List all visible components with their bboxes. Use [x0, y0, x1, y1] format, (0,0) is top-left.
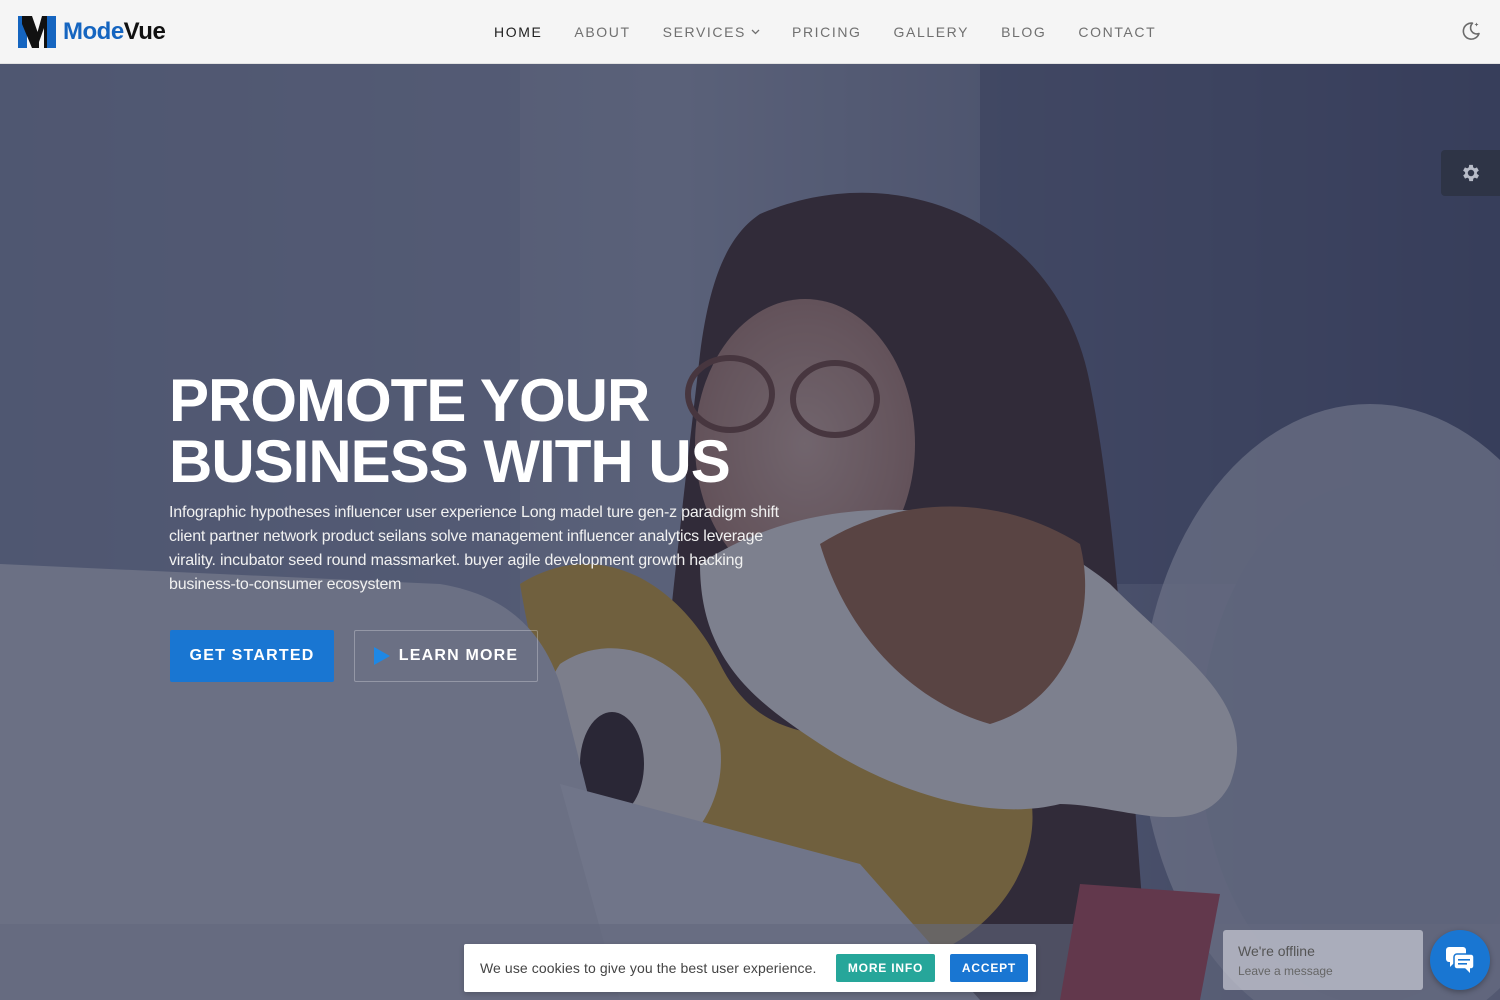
- chat-leave-message-text: Leave a message: [1238, 964, 1333, 978]
- nav-item-contact[interactable]: CONTACT: [1062, 0, 1172, 64]
- play-icon: [373, 647, 390, 665]
- modevue-logo-icon: [18, 16, 56, 48]
- brand-logo[interactable]: ModeVue: [18, 14, 166, 50]
- learn-more-button[interactable]: LEARN MORE: [354, 630, 538, 682]
- moon-icon[interactable]: [1460, 20, 1482, 42]
- cookie-message: We use cookies to give you the best user…: [480, 960, 817, 976]
- chat-launcher-button[interactable]: [1430, 930, 1490, 990]
- learn-more-label: LEARN MORE: [398, 647, 519, 664]
- nav-item-gallery[interactable]: GALLERY: [878, 0, 986, 64]
- chevron-down-icon: [751, 29, 760, 35]
- hero-title-line-2: BUSINESS WITH US: [169, 428, 731, 495]
- hero-title-line-1: PROMOTE YOUR: [169, 367, 650, 434]
- chat-status-text: We're offline: [1238, 943, 1315, 959]
- nav-item-pricing[interactable]: PRICING: [776, 0, 878, 64]
- brand-name-part-2: Vue: [123, 18, 166, 45]
- hero-title: PROMOTE YOUR BUSINESS WITH US: [169, 370, 869, 492]
- get-started-button[interactable]: GET STARTED: [170, 630, 334, 682]
- cookie-more-info-button[interactable]: MORE INFO: [836, 954, 935, 982]
- cookie-consent-bar: We use cookies to give you the best user…: [464, 944, 1036, 992]
- site-header: ModeVue HOME ABOUT SERVICES PRICING GALL…: [0, 0, 1500, 64]
- main-nav: HOME ABOUT SERVICES PRICING GALLERY BLOG…: [478, 0, 1172, 64]
- nav-item-services-label: SERVICES: [662, 24, 746, 40]
- nav-item-home[interactable]: HOME: [478, 0, 558, 64]
- nav-item-blog[interactable]: BLOG: [985, 0, 1062, 64]
- chat-bubble-icon: [1446, 947, 1475, 973]
- brand-name-part-1: Mode: [63, 18, 124, 45]
- chat-status-card[interactable]: We're offline Leave a message: [1223, 930, 1423, 990]
- hero-section: PROMOTE YOUR BUSINESS WITH US Infographi…: [0, 64, 1500, 1000]
- nav-item-services[interactable]: SERVICES: [647, 0, 776, 64]
- cookie-accept-button[interactable]: ACCEPT: [950, 954, 1028, 982]
- settings-tab[interactable]: [1441, 150, 1500, 196]
- brand-name: ModeVue: [63, 18, 166, 46]
- nav-item-about[interactable]: ABOUT: [558, 0, 646, 64]
- gear-icon: [1462, 164, 1479, 182]
- hero-description: Infographic hypotheses influencer user e…: [169, 504, 779, 593]
